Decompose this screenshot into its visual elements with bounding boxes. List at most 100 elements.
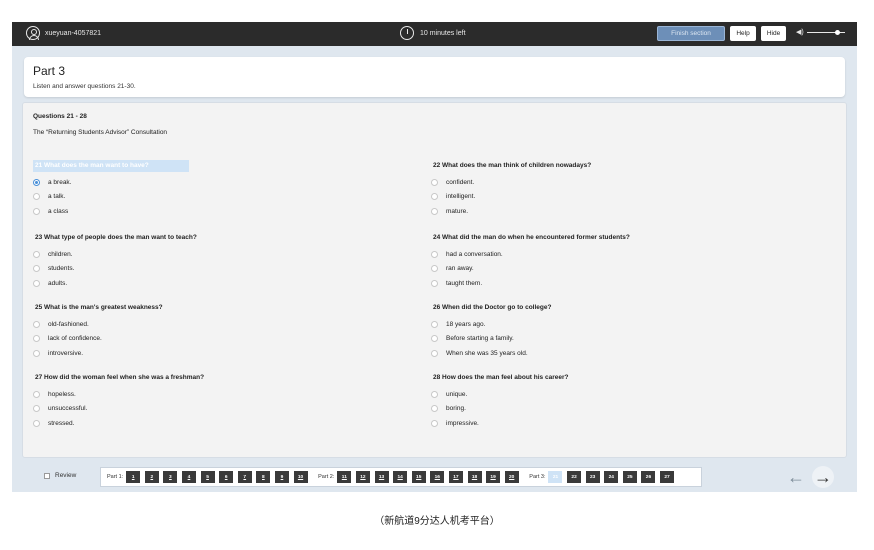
nav-question-22[interactable]: 22 — [567, 471, 582, 483]
nav-question-25[interactable]: 25 — [622, 471, 637, 483]
review-checkbox[interactable] — [44, 472, 50, 479]
volume-slider[interactable] — [806, 29, 845, 35]
nav-question-23[interactable]: 23 — [585, 471, 600, 483]
radio[interactable] — [431, 207, 438, 215]
option[interactable]: had a conversation. — [431, 247, 821, 262]
radio[interactable] — [33, 207, 40, 215]
test-app: xueyuan-4057821 10 minutes left Finish s… — [12, 22, 857, 492]
radio[interactable] — [431, 250, 438, 258]
radio[interactable] — [431, 419, 438, 427]
option[interactable]: unique. — [431, 387, 821, 402]
radio-selected[interactable] — [33, 178, 40, 186]
help-button[interactable]: Help — [730, 26, 756, 41]
question-22: 22 What does the man think of children n… — [431, 154, 821, 219]
radio[interactable] — [33, 279, 40, 287]
option[interactable]: impressive. — [431, 416, 821, 431]
nav-question-10[interactable]: 10 — [293, 471, 308, 483]
option[interactable]: students. — [33, 262, 423, 277]
option[interactable]: old-fashioned. — [33, 317, 423, 332]
option[interactable]: confident. — [431, 175, 821, 190]
option[interactable]: introversive. — [33, 346, 423, 361]
radio[interactable] — [33, 250, 40, 258]
radio[interactable] — [431, 320, 438, 328]
option-label: old-fashioned. — [48, 320, 89, 328]
nav-question-1[interactable]: 1 — [126, 471, 141, 483]
option[interactable]: a break. — [33, 175, 423, 190]
radio[interactable] — [431, 335, 438, 343]
radio[interactable] — [431, 390, 438, 398]
radio[interactable] — [33, 349, 40, 357]
option[interactable]: unsuccessful. — [33, 402, 423, 417]
option[interactable]: children. — [33, 247, 423, 262]
nav-question-17[interactable]: 17 — [448, 471, 463, 483]
question-text: 22 What does the man think of children n… — [433, 162, 592, 169]
nav-question-20[interactable]: 20 — [504, 471, 519, 483]
nav-question-15[interactable]: 15 — [411, 471, 426, 483]
radio[interactable] — [33, 193, 40, 201]
question-27: 27 How did the woman feel when she was a… — [33, 366, 423, 431]
option[interactable]: stressed. — [33, 416, 423, 431]
nav-question-8[interactable]: 8 — [256, 471, 271, 483]
caption: （新航道9分达人机考平台） — [374, 516, 500, 527]
volume-control[interactable]: ◀) — [796, 28, 845, 36]
nav-question-13[interactable]: 13 — [374, 471, 389, 483]
option[interactable]: When she was 35 years old. — [431, 346, 821, 361]
volume-knob[interactable] — [834, 29, 840, 35]
nav-question-7[interactable]: 7 — [237, 471, 252, 483]
option[interactable]: lack of confidence. — [33, 332, 423, 347]
option[interactable]: ran away. — [431, 262, 821, 277]
radio[interactable] — [33, 405, 40, 413]
nav-question-4[interactable]: 4 — [181, 471, 196, 483]
option-label: a talk. — [48, 193, 66, 201]
radio[interactable] — [431, 405, 438, 413]
previous-arrow-icon[interactable]: ← — [785, 466, 807, 488]
nav-question-12[interactable]: 12 — [355, 471, 370, 483]
nav-question-6[interactable]: 6 — [219, 471, 234, 483]
radio[interactable] — [33, 390, 40, 398]
nav-question-9[interactable]: 9 — [274, 471, 289, 483]
nav-question-3[interactable]: 3 — [163, 471, 178, 483]
hide-button[interactable]: Hide — [761, 26, 786, 41]
question-navigator: Part 1: 1 2 3 4 5 6 7 8 9 10 Part 2: 11 … — [100, 467, 702, 487]
option[interactable]: a talk. — [33, 190, 423, 205]
option-label: lack of confidence. — [48, 335, 102, 343]
nav-question-16[interactable]: 16 — [430, 471, 445, 483]
option[interactable]: a class — [33, 204, 423, 219]
radio[interactable] — [33, 335, 40, 343]
option[interactable]: mature. — [431, 204, 821, 219]
nav-question-27[interactable]: 27 — [660, 471, 675, 483]
radio[interactable] — [431, 193, 438, 201]
nav-question-26[interactable]: 26 — [641, 471, 656, 483]
radio[interactable] — [33, 265, 40, 273]
nav-question-5[interactable]: 5 — [200, 471, 215, 483]
option[interactable]: intelligent. — [431, 190, 821, 205]
finish-section-button[interactable]: Finish section — [657, 26, 725, 41]
option[interactable]: Before starting a family. — [431, 332, 821, 347]
radio[interactable] — [431, 279, 438, 287]
option[interactable]: taught them. — [431, 276, 821, 291]
question-24: 24 What did the man do when he encounter… — [431, 226, 821, 291]
nav-question-18[interactable]: 18 — [467, 471, 482, 483]
option-label: 18 years ago. — [446, 320, 486, 328]
nav-question-14[interactable]: 14 — [393, 471, 408, 483]
radio[interactable] — [431, 265, 438, 273]
radio[interactable] — [33, 320, 40, 328]
review-toggle[interactable]: Review — [44, 472, 76, 479]
option[interactable]: hopeless. — [33, 387, 423, 402]
option[interactable]: 18 years ago. — [431, 317, 821, 332]
nav-question-21[interactable]: 21 — [548, 471, 563, 483]
nav-question-2[interactable]: 2 — [144, 471, 159, 483]
nav-question-11[interactable]: 11 — [337, 471, 352, 483]
next-arrow-icon[interactable]: → — [812, 466, 834, 488]
top-bar: xueyuan-4057821 10 minutes left Finish s… — [12, 22, 857, 46]
timer-text: 10 minutes left — [420, 29, 466, 37]
radio[interactable] — [33, 419, 40, 427]
radio[interactable] — [431, 178, 438, 186]
option-label: ran away. — [446, 265, 474, 273]
option[interactable]: boring. — [431, 402, 821, 417]
option[interactable]: adults. — [33, 276, 423, 291]
nav-question-24[interactable]: 24 — [604, 471, 619, 483]
question-23: 23 What type of people does the man want… — [33, 226, 423, 291]
nav-question-19[interactable]: 19 — [486, 471, 501, 483]
radio[interactable] — [431, 349, 438, 357]
